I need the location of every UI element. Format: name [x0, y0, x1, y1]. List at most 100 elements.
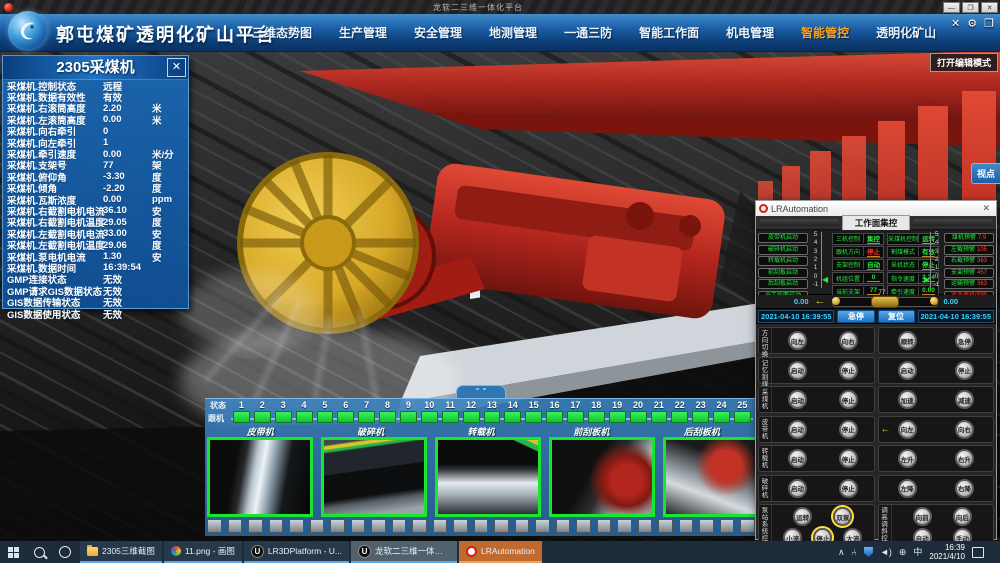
menu-item-1[interactable]: 生产管理: [339, 24, 387, 41]
support-status-square[interactable]: [588, 411, 605, 423]
taskbar-item-0[interactable]: 2305三维截图: [80, 541, 162, 563]
mini-thumb[interactable]: [207, 519, 222, 533]
start-button-4[interactable]: 后刮板启动: [758, 279, 808, 289]
start-button-0[interactable]: 皮带机启动: [758, 233, 808, 243]
volume-icon[interactable]: ◄): [880, 547, 892, 557]
mini-thumb[interactable]: [740, 519, 755, 533]
support-status-square[interactable]: [567, 411, 584, 423]
close-button[interactable]: ✕: [981, 2, 998, 13]
mini-thumb[interactable]: [474, 519, 489, 533]
support-status-square[interactable]: [525, 411, 542, 423]
mini-thumb[interactable]: [310, 519, 325, 533]
round-button-启动[interactable]: 启动: [788, 479, 807, 498]
mini-thumb[interactable]: [494, 519, 509, 533]
open-edit-mode-button[interactable]: 打开编辑模式: [930, 53, 998, 72]
maximize-button[interactable]: ❐: [962, 2, 979, 13]
round-button-左降[interactable]: 左降: [898, 479, 917, 498]
mini-thumb[interactable]: [269, 519, 284, 533]
round-button-启动[interactable]: 启动: [788, 420, 807, 439]
taskbar-item-4[interactable]: LRAutomation: [459, 541, 542, 563]
mini-thumb[interactable]: [228, 519, 243, 533]
menu-item-5[interactable]: 智能工作面: [639, 24, 699, 41]
mini-thumb[interactable]: [638, 519, 653, 533]
mini-thumb[interactable]: [515, 519, 530, 533]
support-status-square[interactable]: [233, 411, 250, 423]
support-status-square[interactable]: [421, 411, 438, 423]
menu-item-3[interactable]: 地测管理: [489, 24, 537, 41]
round-button-向前[interactable]: 向前: [913, 507, 932, 526]
support-status-square[interactable]: [504, 411, 521, 423]
mini-thumb[interactable]: [576, 519, 591, 533]
start-button-2[interactable]: 转载机启动: [758, 256, 808, 266]
mini-thumb[interactable]: [289, 519, 304, 533]
round-button-减速[interactable]: 减速: [955, 390, 974, 409]
round-button-停止[interactable]: 停止: [839, 449, 858, 468]
mini-thumb[interactable]: [699, 519, 714, 533]
mini-thumb[interactable]: [351, 519, 366, 533]
dock-collapse-tab[interactable]: ⌄⌄: [456, 385, 506, 399]
tab-workface-control[interactable]: 工作面集控: [842, 215, 911, 231]
round-button-停止[interactable]: 停止: [839, 390, 858, 409]
support-status-square[interactable]: [275, 411, 292, 423]
usb-icon[interactable]: ⑃: [852, 547, 857, 557]
support-status-square[interactable]: [484, 411, 501, 423]
round-button-加速[interactable]: 加速: [898, 390, 917, 409]
round-button-急停[interactable]: 急停: [955, 331, 974, 350]
mini-thumb[interactable]: [617, 519, 632, 533]
mini-thumb[interactable]: [679, 519, 694, 533]
viewpoint-tab[interactable]: 视点: [971, 163, 1000, 184]
camera-thumbnail-3[interactable]: [549, 437, 655, 517]
round-button-停止[interactable]: 停止: [839, 479, 858, 498]
menu-item-6[interactable]: 机电管理: [726, 24, 774, 41]
support-status-square[interactable]: [254, 411, 271, 423]
tool-restore-icon[interactable]: ❐: [984, 17, 994, 30]
support-status-square[interactable]: [651, 411, 668, 423]
support-status-square[interactable]: [734, 411, 751, 423]
alarm-button-4[interactable]: 运输预警363: [944, 279, 994, 289]
mini-thumb[interactable]: [453, 519, 468, 533]
menu-item-8[interactable]: 透明化矿山: [876, 24, 936, 41]
mini-thumb[interactable]: [658, 519, 673, 533]
hidden-icons-chevron[interactable]: ∧: [838, 547, 845, 557]
menu-item-4[interactable]: 一通三防: [564, 24, 612, 41]
support-status-square[interactable]: [713, 411, 730, 423]
round-button-右升[interactable]: 右升: [955, 449, 974, 468]
round-button-停止[interactable]: 停止: [955, 361, 974, 380]
reset-button[interactable]: 复位: [878, 310, 915, 323]
camera-thumbnail-1[interactable]: [321, 437, 427, 517]
start-button[interactable]: [0, 541, 26, 563]
round-button-右降[interactable]: 右降: [955, 479, 974, 498]
taskbar-item-1[interactable]: 11.png - 画图: [164, 541, 242, 563]
camera-thumbnail-4[interactable]: [663, 437, 757, 517]
round-button-向后[interactable]: 向后: [953, 507, 972, 526]
round-button-向右[interactable]: 向右: [839, 331, 858, 350]
round-button-向左[interactable]: 向左: [788, 331, 807, 350]
mini-thumb[interactable]: [556, 519, 571, 533]
tool-close-icon[interactable]: ✕: [951, 17, 960, 30]
round-button-运转[interactable]: 运转: [793, 507, 812, 526]
mini-thumb[interactable]: [433, 519, 448, 533]
round-button-启动[interactable]: 启动: [898, 361, 917, 380]
minimize-button[interactable]: —: [943, 2, 960, 13]
mini-thumb[interactable]: [535, 519, 550, 533]
clock[interactable]: 16:39 2021/4/10: [929, 543, 965, 561]
support-status-square[interactable]: [630, 411, 647, 423]
alarm-button-3[interactable]: 支架预警457: [944, 268, 994, 278]
shearer-position-slider[interactable]: 77: [832, 297, 938, 307]
round-button-启动[interactable]: 启动: [788, 361, 807, 380]
support-status-square[interactable]: [358, 411, 375, 423]
support-status-square[interactable]: [379, 411, 396, 423]
camera-thumbnail-2[interactable]: [435, 437, 541, 517]
mini-thumb[interactable]: [371, 519, 386, 533]
support-status-square[interactable]: [671, 411, 688, 423]
mini-thumb[interactable]: [330, 519, 345, 533]
mini-thumb[interactable]: [392, 519, 407, 533]
menu-item-0[interactable]: 三维态势图: [252, 24, 312, 41]
menu-item-2[interactable]: 安全管理: [414, 24, 462, 41]
taskbar-item-3[interactable]: U龙软二三维一体化...: [351, 541, 457, 563]
support-status-square[interactable]: [609, 411, 626, 423]
security-shield-icon[interactable]: [864, 547, 873, 557]
support-status-square[interactable]: [317, 411, 334, 423]
round-button-向左[interactable]: 向左: [898, 420, 917, 439]
round-button-双泵[interactable]: 双泵: [833, 507, 852, 526]
